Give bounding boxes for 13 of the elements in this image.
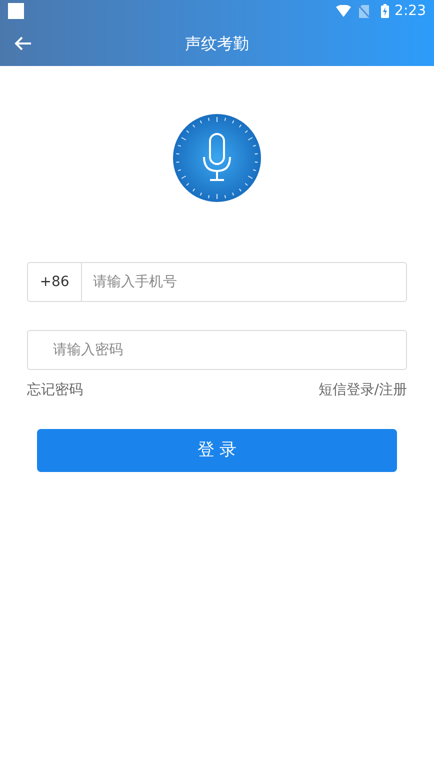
back-arrow-icon[interactable] <box>14 36 32 51</box>
battery-icon <box>380 4 389 18</box>
phone-field[interactable]: +86 请输入手机号 <box>27 262 407 302</box>
password-field[interactable]: 请输入密码 <box>27 330 407 370</box>
wifi-icon <box>336 5 351 17</box>
login-button[interactable]: 登 录 <box>37 429 397 472</box>
forgot-password-link[interactable]: 忘记密码 <box>27 380 83 401</box>
sms-login-link[interactable]: 短信登录/注册 <box>318 380 407 401</box>
no-sim-icon <box>358 4 369 18</box>
status-time: 2:23 <box>394 2 426 20</box>
notification-icon <box>8 3 24 19</box>
screen-title: 声纹考勤 <box>185 33 249 55</box>
country-code[interactable]: +86 <box>28 263 82 301</box>
